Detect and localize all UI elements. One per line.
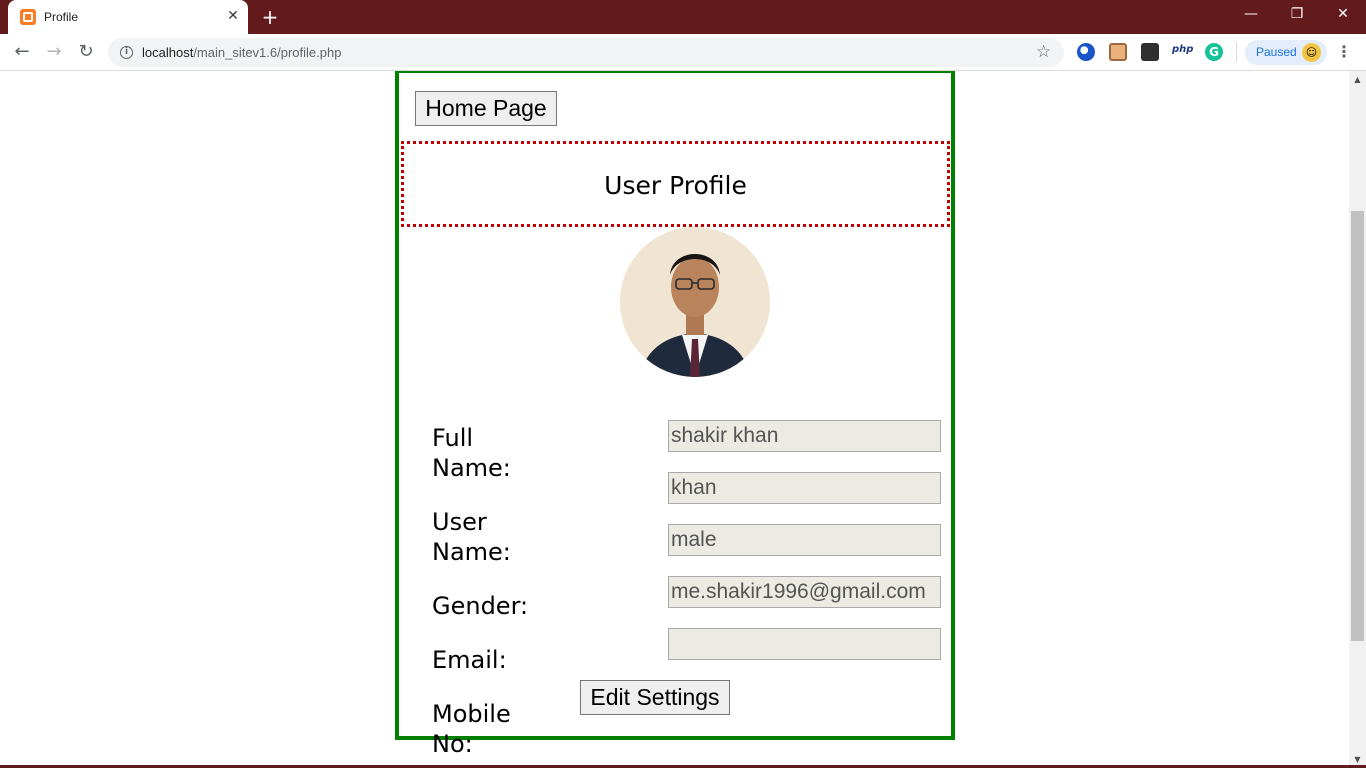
page-viewport: Home Page User Profile Full Name: User N…: [0, 71, 1349, 768]
back-arrow-icon[interactable]: ←: [10, 40, 34, 64]
profile-button[interactable]: Paused ☺: [1245, 40, 1327, 65]
window-restore-button[interactable]: ❐: [1274, 0, 1320, 30]
email-field[interactable]: me.shakir1996@gmail.com: [668, 576, 941, 608]
full-name-field[interactable]: shakir khan: [668, 420, 941, 452]
extension-php-icon[interactable]: php: [1172, 44, 1193, 55]
tab-title: Profile: [44, 10, 79, 24]
extension-grammarly-icon[interactable]: G: [1205, 43, 1223, 61]
window-minimize-button[interactable]: —: [1228, 0, 1274, 30]
label-full-name: Full Name:: [432, 424, 511, 482]
tab-strip: Profile ✕ + — ❐ ✕: [0, 0, 1366, 34]
mobile-field[interactable]: [668, 628, 941, 660]
url-host: localhost: [142, 45, 194, 60]
url-text[interactable]: localhost/main_sitev1.6/profile.php: [142, 45, 341, 60]
reload-icon[interactable]: ↻: [74, 40, 98, 64]
tab-close-icon[interactable]: ✕: [225, 8, 241, 24]
label-email: Email:: [432, 646, 507, 674]
extension-box-icon[interactable]: [1109, 43, 1127, 61]
bookmark-star-icon[interactable]: ☆: [1036, 42, 1051, 62]
extension-globe-icon[interactable]: [1077, 43, 1095, 61]
address-bar[interactable]: i localhost/main_sitev1.6/profile.php ☆: [108, 38, 1064, 67]
scroll-up-arrow-icon[interactable]: ▲: [1349, 71, 1366, 88]
new-tab-button[interactable]: +: [259, 6, 281, 28]
page-title: User Profile: [604, 171, 747, 200]
browser-menu-icon[interactable]: ⋮: [1336, 42, 1352, 62]
window-close-button[interactable]: ✕: [1320, 0, 1366, 30]
page-scrollbar[interactable]: ▲ ▼: [1349, 71, 1366, 768]
label-user-name: User Name:: [432, 508, 511, 566]
profile-photo: [620, 227, 770, 377]
profile-card: Home Page User Profile Full Name: User N…: [395, 71, 955, 758]
site-info-icon[interactable]: i: [120, 46, 133, 59]
tab-profile[interactable]: Profile ✕: [8, 0, 248, 34]
edit-settings-button[interactable]: Edit Settings: [580, 680, 730, 715]
label-mobile: Mobile No:: [432, 700, 511, 758]
gender-field[interactable]: male: [668, 524, 941, 556]
user-name-field[interactable]: khan: [668, 472, 941, 504]
xampp-favicon-icon: [20, 9, 36, 25]
label-gender: Gender:: [432, 592, 529, 620]
toolbar-divider: [1236, 42, 1237, 62]
scroll-thumb[interactable]: [1351, 211, 1364, 641]
profile-status-label: Paused: [1256, 45, 1297, 59]
url-path: /main_sitev1.6/profile.php: [193, 45, 342, 60]
browser-toolbar: ← → ↻ i localhost/main_sitev1.6/profile.…: [0, 34, 1366, 71]
extension-dark-icon[interactable]: [1141, 43, 1159, 61]
profile-header: User Profile: [401, 141, 950, 227]
forward-arrow-icon[interactable]: →: [42, 40, 66, 64]
home-page-button[interactable]: Home Page: [415, 91, 557, 126]
profile-avatar-icon: ☺: [1302, 43, 1321, 62]
